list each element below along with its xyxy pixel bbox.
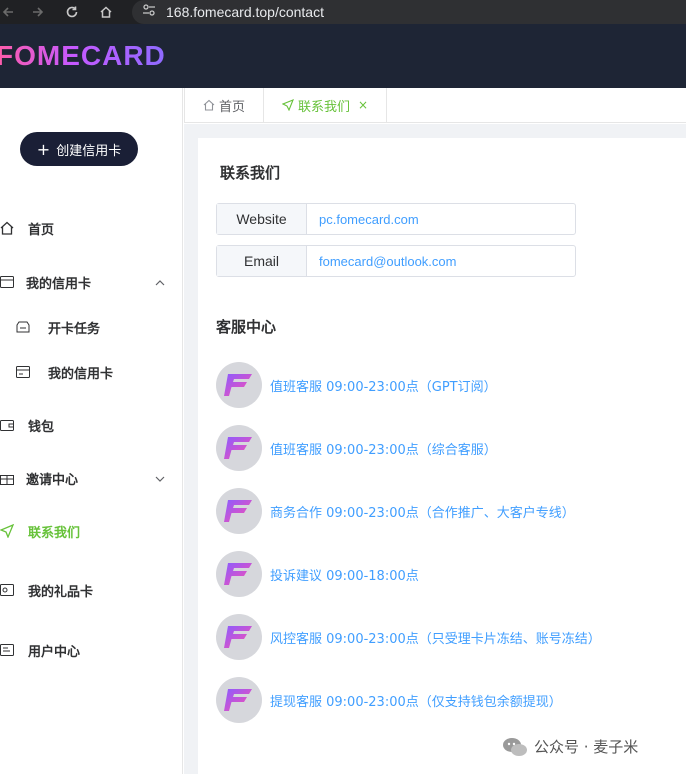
sidebar-item-label: 我的礼品卡 [28,584,94,600]
service-avatar [216,425,262,471]
sidebar: + 创建信用卡 首页 我的信用卡 开卡任务 我的信用卡 钱包 邀请中心 联系我们… [0,88,183,774]
create-card-button[interactable]: + 创建信用卡 [20,132,138,166]
chevron-down-icon[interactable] [155,472,165,485]
sidebar-item-invite[interactable]: 邀请中心 [0,458,183,498]
brand-logo[interactable]: FOMECARD [0,40,166,72]
service-item[interactable]: 投诉建议 09:00-18:00点 [216,551,419,597]
reload-icon[interactable] [60,0,84,24]
sidebar-item-label: 钱包 [28,419,55,435]
sidebar-item-label: 开卡任务 [48,321,101,337]
card-icon [16,366,48,378]
service-avatar [216,362,262,408]
service-avatar [216,677,262,723]
tab-label: 联系我们 [298,99,351,115]
card-icon [0,276,26,288]
sidebar-item-gift-cards[interactable]: 我的礼品卡 [0,570,183,610]
sidebar-item-home[interactable]: 首页 [0,208,183,248]
gift-card-icon [0,584,28,596]
home-icon[interactable] [94,0,118,24]
sidebar-item-wallet[interactable]: 钱包 [0,405,183,445]
service-item-text: 风控客服 09:00-23:00点（只受理卡片冻结、账号冻结） [270,631,601,647]
service-title: 客服中心 [216,318,277,336]
contact-title: 联系我们 [220,164,281,182]
sidebar-item-label: 我的信用卡 [26,276,92,292]
email-link[interactable]: fomecard@outlook.com [307,246,575,276]
chevron-up-icon[interactable] [155,276,165,289]
close-icon[interactable]: × [358,98,368,112]
service-item[interactable]: 商务合作 09:00-23:00点（合作推广、大客户专线） [216,488,575,534]
home-icon [203,99,215,111]
main-content: 联系我们 Website pc.fomecard.com Email fomec… [184,124,686,774]
browser-toolbar: 168.fomecard.top/contact [0,0,686,24]
sidebar-item-user-center[interactable]: 用户中心 [0,630,183,670]
send-icon [0,524,28,538]
email-row: Email fomecard@outlook.com [216,245,576,277]
service-item-text: 值班客服 09:00-23:00点（综合客服） [270,442,497,458]
task-icon [16,321,48,333]
app-header: FOMECARD [0,24,686,88]
wechat-watermark: 公众号 · 麦子米 [502,736,638,757]
create-card-label: 创建信用卡 [56,143,122,159]
service-item-text: 投诉建议 09:00-18:00点 [270,568,419,584]
wallet-icon [0,419,28,431]
sidebar-item-contact[interactable]: 联系我们 [0,511,183,551]
watermark-text: 公众号 · 麦子米 [534,738,639,756]
tab-home[interactable]: 首页 [184,88,265,122]
sidebar-item-label: 邀请中心 [26,472,79,488]
forward-icon[interactable] [26,0,50,24]
sidebar-item-label: 联系我们 [28,525,81,541]
website-label: Website [217,204,307,234]
sidebar-item-my-cards[interactable]: 我的信用卡 [0,262,183,302]
page-tabs: 首页 联系我们 × [184,88,686,123]
user-card-icon [0,644,28,656]
service-item[interactable]: 值班客服 09:00-23:00点（GPT订阅） [216,362,497,408]
sidebar-item-my-cards-sub[interactable]: 我的信用卡 [0,352,183,392]
home-icon [0,221,28,235]
back-icon[interactable] [0,0,16,24]
service-item-text: 提现客服 09:00-23:00点（仅支持钱包余额提现） [270,694,562,710]
wechat-icon [502,737,528,757]
service-item-text: 商务合作 09:00-23:00点（合作推广、大客户专线） [270,505,575,521]
url-text: 168.fomecard.top/contact [166,4,324,20]
contact-card: 联系我们 Website pc.fomecard.com Email fomec… [198,138,686,774]
service-avatar [216,551,262,597]
address-bar[interactable]: 168.fomecard.top/contact [132,0,686,24]
gift-box-icon [0,471,26,485]
plus-icon: + [36,139,51,159]
service-item[interactable]: 值班客服 09:00-23:00点（综合客服） [216,425,497,471]
sidebar-item-label: 首页 [28,222,55,238]
sidebar-item-label: 用户中心 [28,644,81,660]
tab-contact[interactable]: 联系我们 × [264,88,388,122]
sidebar-item-label: 我的信用卡 [48,366,114,382]
sidebar-item-card-tasks[interactable]: 开卡任务 [0,307,183,347]
email-label: Email [217,246,307,276]
service-item-text: 值班客服 09:00-23:00点（GPT订阅） [270,379,497,395]
site-settings-icon[interactable] [142,3,156,21]
service-avatar [216,488,262,534]
website-row: Website pc.fomecard.com [216,203,576,235]
website-link[interactable]: pc.fomecard.com [307,204,575,234]
tab-label: 首页 [219,99,246,115]
service-avatar [216,614,262,660]
send-icon [282,99,295,111]
service-item[interactable]: 提现客服 09:00-23:00点（仅支持钱包余额提现） [216,677,562,723]
service-item[interactable]: 风控客服 09:00-23:00点（只受理卡片冻结、账号冻结） [216,614,601,660]
